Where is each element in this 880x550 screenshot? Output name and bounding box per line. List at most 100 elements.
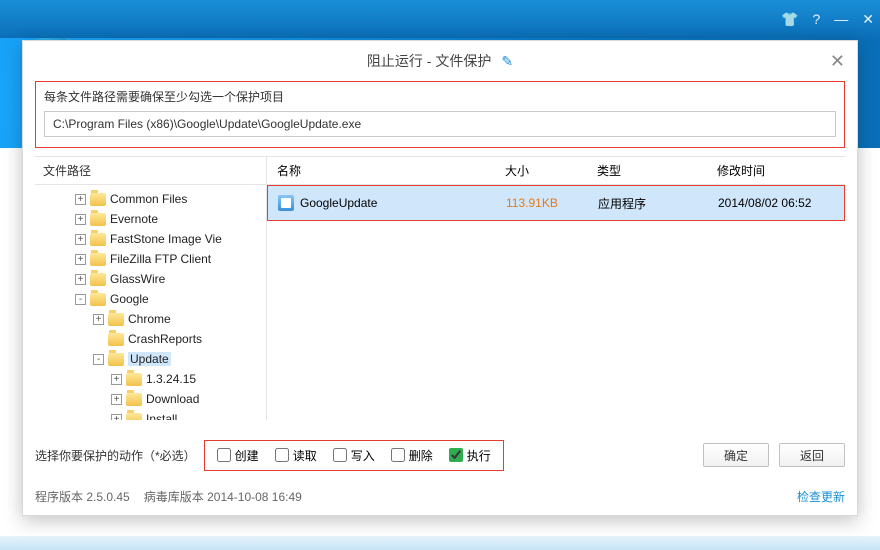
titlebar: 👕 ? — ✕ (0, 0, 880, 38)
ok-button[interactable]: 确定 (703, 443, 769, 467)
checkbox-input[interactable] (449, 448, 463, 462)
cell-type: 应用程序 (588, 195, 708, 212)
check-update-link[interactable]: 检查更新 (797, 488, 845, 505)
skin-icon[interactable]: 👕 (781, 11, 798, 28)
expand-icon[interactable]: + (75, 234, 86, 245)
close-icon[interactable]: ✕ (862, 11, 874, 28)
file-list[interactable]: GoogleUpdate 113.91KB应用程序2014/08/02 06:52 (267, 185, 845, 420)
tree-node[interactable]: +1.3.24.15 (39, 369, 266, 389)
folder-icon (90, 193, 106, 206)
folder-icon (126, 373, 142, 386)
tree-node[interactable]: + Chrome (39, 309, 266, 329)
tree-node[interactable]: + Evernote (39, 209, 266, 229)
action-checkbox[interactable]: 创建 (217, 447, 259, 464)
tree-label: Google (110, 292, 149, 306)
folder-icon (126, 393, 142, 406)
tree-label: FastStone Image Vie (110, 232, 222, 246)
folder-icon (90, 273, 106, 286)
expand-icon[interactable]: + (111, 394, 122, 405)
folder-icon (90, 253, 106, 266)
col-time-header[interactable]: 修改时间 (707, 157, 845, 185)
path-section: 每条文件路径需要确保至少勾选一个保护项目 (35, 81, 845, 148)
tree-node[interactable]: - Google (39, 289, 266, 309)
action-checkbox[interactable]: 删除 (391, 447, 433, 464)
tree-label: GlassWire (110, 272, 165, 286)
expand-icon[interactable]: + (75, 254, 86, 265)
folder-icon (126, 413, 142, 421)
checkbox-input[interactable] (391, 448, 405, 462)
file-grid: 文件路径 + Common Files + Evernote + FastStone Im… (35, 156, 845, 420)
expand-icon[interactable]: + (75, 214, 86, 225)
folder-icon (108, 333, 124, 346)
action-checkbox[interactable]: 写入 (333, 447, 375, 464)
folder-icon (90, 233, 106, 246)
tree-label: 1.3.24.15 (146, 372, 196, 386)
tree-label: Update (128, 352, 171, 366)
path-hint: 每条文件路径需要确保至少勾选一个保护项目 (44, 88, 836, 105)
tree-label: Evernote (110, 212, 158, 226)
checkbox-label: 读取 (293, 447, 317, 464)
tree-node[interactable]: + Install (39, 409, 266, 420)
folder-icon (90, 293, 106, 306)
tree-label: Download (146, 392, 199, 406)
expand-icon[interactable]: + (75, 194, 86, 205)
expand-icon[interactable]: + (111, 414, 122, 421)
expand-icon[interactable]: + (93, 314, 104, 325)
col-size-header[interactable]: 大小 (495, 157, 587, 185)
tree-node[interactable]: + GlassWire (39, 269, 266, 289)
actions-checkbox-group: 创建 读取 写入 删除 执行 (204, 440, 504, 471)
actions-hint: 选择你要保护的动作（*必选） (35, 447, 196, 464)
checkbox-label: 执行 (467, 447, 491, 464)
cell-time: 2014/08/02 06:52 (708, 196, 844, 210)
tree-column: 文件路径 + Common Files + Evernote + FastStone Im… (35, 157, 267, 420)
folder-icon (108, 353, 124, 366)
back-button[interactable]: 返回 (779, 443, 845, 467)
action-checkbox[interactable]: 读取 (275, 447, 317, 464)
help-icon[interactable]: ? (812, 11, 820, 27)
col-name-header[interactable]: 名称 (267, 157, 495, 185)
tree-label: FileZilla FTP Client (110, 252, 211, 266)
tree-node[interactable]: + FileZilla FTP Client (39, 249, 266, 269)
edit-icon[interactable]: ✎ (501, 53, 513, 70)
tree-node[interactable]: + FastStone Image Vie (39, 229, 266, 249)
status-bar: 程序版本 2.5.0.45 病毒库版本 2014-10-08 16:49 检查更… (35, 488, 845, 505)
app-file-icon (278, 195, 294, 211)
expand-icon[interactable]: + (111, 374, 122, 385)
folder-tree[interactable]: + Common Files + Evernote + FastStone Image V… (35, 185, 266, 420)
dialog-close-icon[interactable]: ✕ (830, 51, 845, 72)
dialog-title: 阻止运行 - 文件保护 (367, 51, 491, 71)
tree-node[interactable]: - Update (39, 349, 266, 369)
checkbox-input[interactable] (217, 448, 231, 462)
desktop-taskbar (0, 536, 880, 550)
program-version: 程序版本 2.5.0.45 (35, 488, 130, 505)
checkbox-label: 写入 (351, 447, 375, 464)
tree-label: Chrome (128, 312, 171, 326)
collapse-icon[interactable]: - (75, 294, 86, 305)
list-column: 名称 大小 类型 修改时间 GoogleUpdate 113.91KB应用程序20… (267, 157, 845, 420)
minimize-icon[interactable]: — (834, 11, 848, 27)
tree-node[interactable]: + Common Files (39, 189, 266, 209)
tree-label: Install (146, 412, 177, 420)
checkbox-input[interactable] (333, 448, 347, 462)
table-row[interactable]: GoogleUpdate 113.91KB应用程序2014/08/02 06:52 (268, 186, 844, 220)
cell-size: 113.91KB (496, 196, 588, 210)
tree-node[interactable]: + Download (39, 389, 266, 409)
tree-label: Common Files (110, 192, 187, 206)
list-header: 名称 大小 类型 修改时间 (267, 157, 845, 185)
col-type-header[interactable]: 类型 (587, 157, 707, 185)
expand-icon[interactable]: + (75, 274, 86, 285)
folder-icon (108, 313, 124, 326)
checkbox-label: 删除 (409, 447, 433, 464)
tree-label: CrashReports (128, 332, 202, 346)
action-checkbox[interactable]: 执行 (449, 447, 491, 464)
dialog-title-bar: 阻止运行 - 文件保护 ✎ ✕ (23, 41, 857, 81)
db-version: 病毒库版本 2014-10-08 16:49 (144, 488, 302, 505)
folder-icon (90, 213, 106, 226)
col-path-header[interactable]: 文件路径 (35, 157, 266, 185)
collapse-icon[interactable]: - (93, 354, 104, 365)
tree-node[interactable]: CrashReports (39, 329, 266, 349)
checkbox-input[interactable] (275, 448, 289, 462)
path-input[interactable] (44, 111, 836, 137)
cell-name: GoogleUpdate (300, 196, 377, 210)
checkbox-label: 创建 (235, 447, 259, 464)
